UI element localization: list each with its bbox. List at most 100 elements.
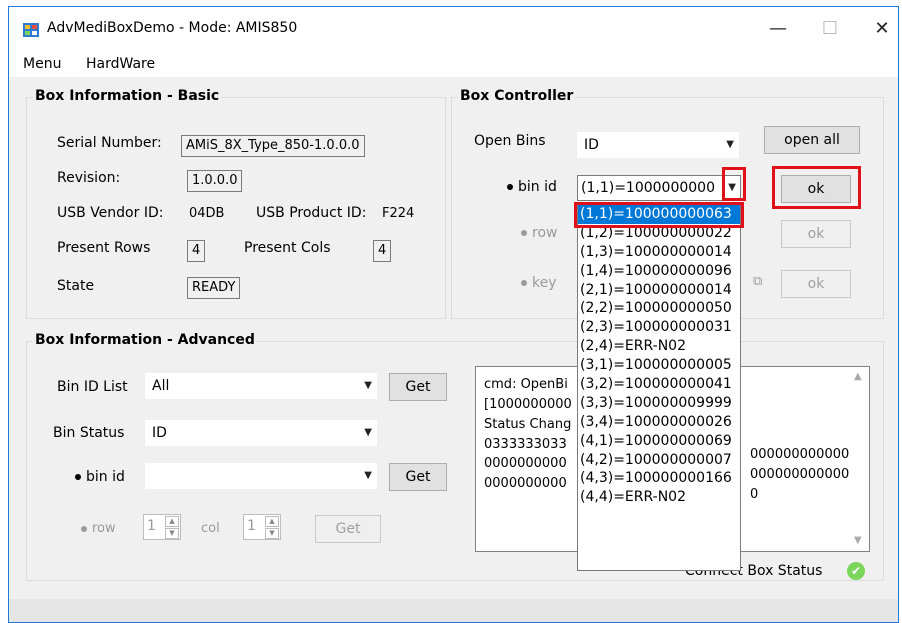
dropdown-item[interactable]: (2,3)=100000000031: [578, 318, 740, 337]
dropdown-item[interactable]: (2,4)=ERR-N02: [578, 337, 740, 356]
menu-bar: Menu HardWare: [9, 51, 898, 77]
dropdown-item[interactable]: (1,3)=100000000014: [578, 243, 740, 262]
dropdown-item[interactable]: (2,1)=100000000014: [578, 281, 740, 300]
bin-status-label: Bin Status: [53, 425, 125, 441]
log-line: cmd: OpenBi: [484, 377, 568, 392]
log-line: 0000000000: [484, 456, 567, 471]
serial-value: AMiS_8X_Type_850-1.0.0.0: [181, 135, 365, 157]
present-rows-value: 4: [187, 240, 206, 262]
basic-info-title: Box Information - Basic: [33, 88, 222, 104]
present-rows-label: Present Rows: [57, 240, 151, 256]
log-line: 0333333033: [484, 437, 567, 452]
key-ok-button[interactable]: ok: [781, 270, 851, 298]
vendor-id-value: 04DB: [189, 206, 225, 221]
bin-id-list-value: All: [152, 378, 170, 394]
bin-id-list-get-button[interactable]: Get: [389, 373, 447, 401]
dropdown-item[interactable]: (1,4)=100000000096: [578, 262, 740, 281]
state-label: State: [57, 278, 95, 294]
check-icon: ✔: [847, 562, 865, 580]
selected-item-highlight: [574, 202, 744, 228]
stepper-up-icon[interactable]: ▲: [165, 516, 179, 527]
row-label: row: [532, 225, 558, 241]
present-cols-value: 4: [373, 240, 392, 262]
menu-item-hardware[interactable]: HardWare: [86, 56, 155, 72]
ok-button-highlight: [772, 166, 861, 209]
log-line: 000000000000: [750, 447, 850, 462]
app-window: AdvMediBoxDemo - Mode: AMIS850 — ☐ ✕ Men…: [8, 6, 899, 623]
dropdown-item[interactable]: (3,1)=100000000005: [578, 356, 740, 375]
bin-status-value: ID: [152, 425, 167, 441]
box-controller-title: Box Controller: [458, 88, 576, 104]
adv-bin-id-label: bin id: [86, 469, 125, 485]
scroll-down-icon[interactable]: ▼: [854, 535, 862, 546]
revision-value: 1.0.0.0: [187, 170, 243, 192]
dropdown-item[interactable]: (4,4)=ERR-N02: [578, 488, 740, 507]
dropdown-item[interactable]: (3,3)=100000009999: [578, 394, 740, 413]
dropdown-arrow-highlight: [722, 167, 746, 201]
open-all-button[interactable]: open all: [764, 126, 860, 154]
minimize-button[interactable]: —: [755, 13, 801, 45]
status-bar: [9, 599, 898, 622]
adv-bin-id-get-button[interactable]: Get: [389, 463, 447, 491]
open-bins-label: Open Bins: [474, 133, 546, 149]
radio-bullet-icon: [75, 474, 81, 480]
stepper-down-icon[interactable]: ▼: [165, 528, 179, 539]
close-button[interactable]: ✕: [859, 13, 898, 45]
dropdown-item[interactable]: (4,1)=100000000069: [578, 432, 740, 451]
magnifier-icon[interactable]: ⧉: [753, 274, 762, 289]
menu-item-menu[interactable]: Menu: [23, 56, 61, 72]
log-line: 0: [750, 487, 759, 502]
scroll-up-icon[interactable]: ▲: [854, 371, 862, 382]
row-stepper-value: 1: [147, 518, 156, 534]
bin-id-dropdown-list[interactable]: (1,1)=100000000063 (1,2)=100000000022 (1…: [577, 204, 741, 571]
radio-bullet-icon: [521, 280, 527, 286]
chevron-down-icon: ▼: [364, 427, 372, 438]
title-bar: AdvMediBoxDemo - Mode: AMIS850 — ☐ ✕: [9, 7, 898, 51]
stepper-down-icon[interactable]: ▼: [265, 528, 279, 539]
open-bins-select[interactable]: ID ▼: [577, 132, 739, 158]
adv-get-button[interactable]: Get: [315, 515, 381, 543]
row-radio[interactable]: row: [521, 225, 557, 241]
log-scrollbar[interactable]: ▲ ▼: [851, 367, 869, 551]
bin-id-radio[interactable]: bin id: [507, 179, 557, 195]
adv-bin-id-select[interactable]: ▼: [145, 463, 377, 489]
dropdown-item[interactable]: (3,4)=100000000026: [578, 413, 740, 432]
open-bins-value: ID: [584, 137, 599, 153]
dropdown-item[interactable]: (3,2)=100000000041: [578, 375, 740, 394]
log-line: 000000000000: [750, 467, 850, 482]
dropdown-item[interactable]: (4,2)=100000000007: [578, 451, 740, 470]
radio-bullet-icon: [81, 525, 87, 532]
chevron-down-icon: ▼: [364, 470, 372, 481]
key-label: key: [532, 275, 557, 291]
adv-row-radio[interactable]: row: [81, 521, 116, 536]
app-icon: [23, 23, 39, 37]
serial-label: Serial Number:: [57, 135, 162, 151]
product-id-value: F224: [382, 206, 415, 221]
radio-bullet-icon: [507, 184, 513, 190]
stepper-up-icon[interactable]: ▲: [265, 516, 279, 527]
vendor-id-label: USB Vendor ID:: [57, 205, 164, 221]
adv-col-label: col: [201, 521, 220, 536]
adv-row-label: row: [92, 521, 116, 536]
chevron-down-icon: ▼: [364, 380, 372, 391]
bin-id-select[interactable]: (1,1)=1000000000 ▼: [577, 175, 741, 201]
key-radio[interactable]: key: [521, 275, 557, 291]
chevron-down-icon: ▼: [726, 139, 734, 150]
maximize-button[interactable]: ☐: [807, 13, 853, 45]
adv-bin-id-radio[interactable]: bin id: [75, 469, 125, 485]
dropdown-item[interactable]: (4,3)=100000000166: [578, 469, 740, 488]
radio-bullet-icon: [521, 230, 527, 236]
bin-id-label: bin id: [518, 179, 557, 195]
bin-id-list-select[interactable]: All ▼: [145, 373, 377, 399]
bin-id-value: (1,1)=1000000000: [581, 180, 715, 196]
row-ok-button[interactable]: ok: [781, 220, 851, 248]
revision-label: Revision:: [57, 170, 121, 186]
product-id-label: USB Product ID:: [256, 205, 367, 221]
col-stepper[interactable]: 1 ▲ ▼: [243, 514, 281, 540]
col-stepper-value: 1: [247, 518, 256, 534]
dropdown-item[interactable]: (2,2)=100000000050: [578, 299, 740, 318]
bin-status-select[interactable]: ID ▼: [145, 420, 377, 446]
row-stepper[interactable]: 1 ▲ ▼: [143, 514, 181, 540]
log-line: [1000000000: [484, 397, 572, 412]
bin-id-list-label: Bin ID List: [57, 379, 128, 395]
